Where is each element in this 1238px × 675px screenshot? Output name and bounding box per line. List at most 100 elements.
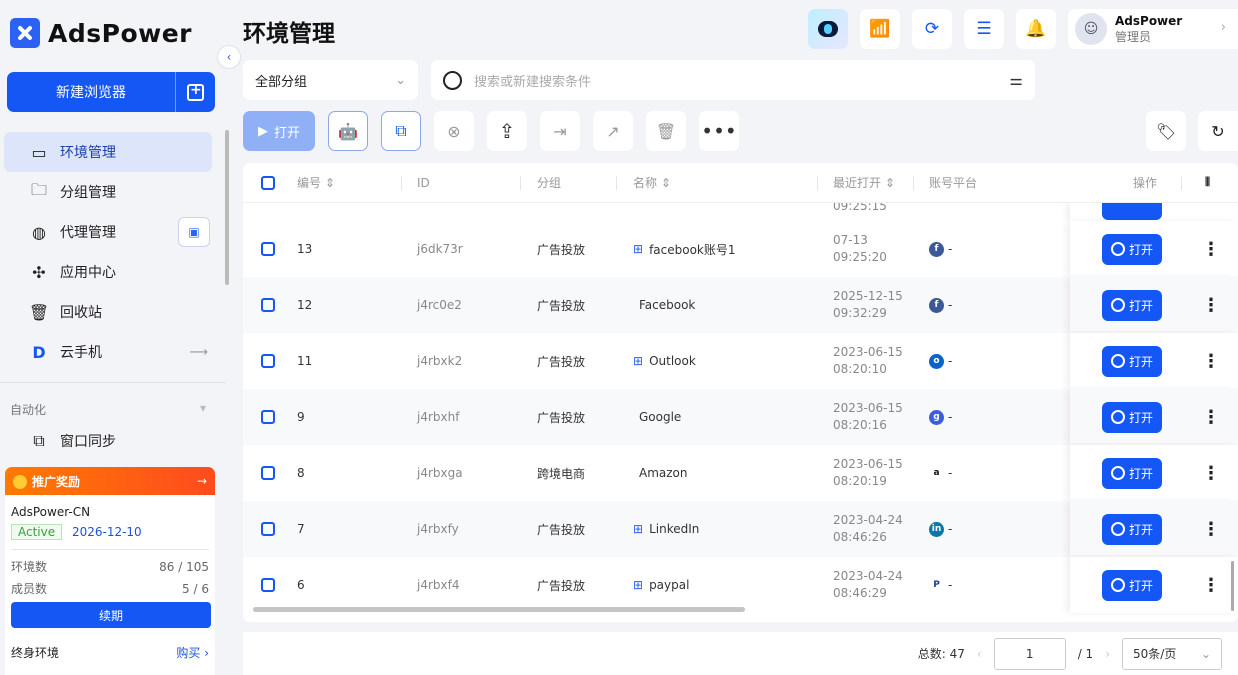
row-name: Outlook <box>649 354 696 368</box>
table-row[interactable]: 13 j6dk73r 广告投放 ⊞ facebook账号1 07-13 09:25:20 f -… <box>243 221 1238 277</box>
more-vertical-icon[interactable]: ⋮ <box>1202 277 1220 333</box>
promo-banner[interactable]: 推广奖励 → <box>5 467 215 495</box>
task-list-button[interactable]: ☰ <box>964 9 1004 49</box>
open-button[interactable] <box>1102 203 1162 220</box>
sidebar-item-proxy[interactable]: ◍ 代理管理 ▣ <box>4 212 212 252</box>
windows-icon: ⊞ <box>633 578 644 592</box>
sidebar-item-label: 窗口同步 <box>60 434 116 450</box>
notifications-button[interactable]: 🔔 <box>1016 9 1056 49</box>
proxy-shop-button[interactable]: ▣ <box>178 217 210 247</box>
chevron-down-icon: ▾ <box>199 401 206 415</box>
row-checkbox[interactable] <box>261 557 275 613</box>
bell-icon: 🔔 <box>1025 19 1047 39</box>
open-button[interactable]: 打开 <box>1102 513 1162 545</box>
more-actions-button[interactable]: ••• <box>699 111 739 151</box>
more-vertical-icon[interactable]: ⋮ <box>1202 501 1220 557</box>
refresh-button[interactable]: ↻ <box>1198 111 1238 151</box>
select-all-checkbox[interactable] <box>261 175 275 190</box>
more-vertical-icon[interactable]: ⋮ <box>1202 221 1220 277</box>
page-title: 环境管理 <box>243 21 335 47</box>
brand-app-button[interactable] <box>808 9 848 49</box>
tag-icon: 🏷 <box>1155 121 1177 141</box>
column-settings-icon[interactable]: ⫴ <box>1205 175 1210 190</box>
user-name: AdsPower <box>1115 13 1183 28</box>
page-size-select[interactable]: 50条/页 ⌄ <box>1122 637 1222 670</box>
sidebar-item-trash[interactable]: 🗑 回收站 <box>4 292 212 332</box>
collapse-sidebar-button[interactable]: ‹ <box>217 45 241 69</box>
col-name[interactable]: 名称 ⇕ <box>633 174 671 191</box>
open-button[interactable]: 打开 <box>1102 569 1162 601</box>
row-platform: f- <box>929 221 952 277</box>
share-button[interactable]: ↗ <box>593 111 633 151</box>
import-button[interactable]: ⇥ <box>540 111 580 151</box>
open-selected-button[interactable]: ▶ 打开 <box>243 111 315 151</box>
col-no[interactable]: 编号 ⇕ <box>297 174 335 191</box>
table-row[interactable]: 12 j4rc0e2 广告投放 Facebook 2025-12-15 09:32:29 f… <box>243 277 1238 333</box>
batch-add-button[interactable] <box>175 72 215 112</box>
sidebar-item-groups[interactable]: 🗀 分组管理 <box>4 172 212 212</box>
automation-title: 自动化 <box>10 403 47 417</box>
sort-icon: ⇕ <box>324 175 335 190</box>
last-open-date: 2023-04-24 <box>833 513 903 527</box>
more-vertical-icon[interactable]: ⋮ <box>1202 445 1220 501</box>
tag-button[interactable]: 🏷 <box>1146 111 1186 151</box>
row-checkbox[interactable] <box>261 389 275 445</box>
horizontal-scrollbar[interactable] <box>253 607 745 612</box>
table-row[interactable]: 8 j4rbxga 跨境电商 Amazon 2023-06-15 08:20:19 a - 打开… <box>243 445 1238 501</box>
page-number-input[interactable]: 1 <box>993 637 1066 670</box>
open-button[interactable]: 打开 <box>1102 401 1162 433</box>
export-button[interactable]: ⇪ <box>487 111 527 151</box>
more-vertical-icon[interactable]: ⋮ <box>1202 389 1220 445</box>
delete-button[interactable]: 🗑 <box>646 111 686 151</box>
vertical-scrollbar[interactable] <box>1231 561 1234 611</box>
automation-section[interactable]: 自动化 ▾ <box>10 401 206 418</box>
row-name-cell: ⊞ paypal <box>633 557 689 613</box>
col-last-open[interactable]: 最近打开 ⇕ <box>833 174 895 191</box>
row-open-cell: 打开 <box>1102 333 1162 389</box>
group-select[interactable]: 全部分组 ⌄ <box>243 60 418 100</box>
open-button[interactable]: 打开 <box>1102 457 1162 489</box>
last-open-date: 2025-12-15 <box>833 289 903 303</box>
row-checkbox[interactable] <box>261 501 275 557</box>
search-input[interactable]: 搜索或新建搜索条件 ⚌ <box>431 60 1035 100</box>
row-checkbox[interactable] <box>261 221 275 277</box>
col-no-label: 编号 <box>297 176 322 190</box>
filter-sliders-icon[interactable]: ⚌ <box>1010 71 1023 89</box>
amazon-icon: a <box>929 465 944 481</box>
more-vertical-icon[interactable]: ⋮ <box>1202 557 1220 613</box>
sidebar-item-env[interactable]: ▭ 环境管理 <box>4 132 212 172</box>
user-menu[interactable]: ☺ AdsPower 管理员 › <box>1068 9 1238 49</box>
sidebar-item-cloud-phone[interactable]: D 云手机 ⟶ <box>4 332 212 372</box>
table-row[interactable]: 6 j4rbxf4 广告投放 ⊞ paypal 2023-04-24 08:46:29 P - 打… <box>243 557 1238 613</box>
table-row[interactable]: 9 j4rbxhf 广告投放 Google 2023-06-15 08:20:16 g - 打开… <box>243 389 1238 445</box>
last-open-time: 08:20:10 <box>833 362 887 376</box>
cloud-phone-icon: D <box>32 342 46 362</box>
sidebar-item-label: 应用中心 <box>60 265 116 281</box>
buy-link[interactable]: 购买 › <box>176 644 209 661</box>
renew-button[interactable]: 续期 <box>11 602 211 628</box>
new-browser-button[interactable]: 新建浏览器 <box>7 72 215 112</box>
row-checkbox[interactable] <box>261 445 275 501</box>
sidebar-scrollbar[interactable] <box>225 130 229 285</box>
row-checkbox[interactable] <box>261 277 275 333</box>
prev-page-button[interactable]: ‹ <box>977 647 982 661</box>
row-no: 11 <box>297 354 313 368</box>
open-button[interactable]: 打开 <box>1102 289 1162 321</box>
more-vertical-icon[interactable]: ⋮ <box>1202 333 1220 389</box>
table-row[interactable]: 11 j4rbxk2 广告投放 ⊞ Outlook 2023-06-15 08:20:10 o… <box>243 333 1238 389</box>
open-button[interactable]: 打开 <box>1102 345 1162 377</box>
play-window-icon: ▶ <box>257 123 268 139</box>
open-button[interactable]: 打开 <box>1102 233 1162 265</box>
new-browser-label[interactable]: 新建浏览器 <box>7 72 175 112</box>
upgrade-button[interactable]: ⟳ <box>912 9 952 49</box>
divider <box>0 382 226 383</box>
sidebar-item-window-sync[interactable]: ⧉ 窗口同步 <box>28 431 116 451</box>
next-page-button[interactable]: › <box>1105 647 1110 661</box>
network-button[interactable]: 📶 <box>860 9 900 49</box>
close-selected-button[interactable]: ⊗ <box>434 111 474 151</box>
table-row[interactable]: 7 j4rbxfy 广告投放 ⊞ LinkedIn 2023-04-24 08:46:26 i… <box>243 501 1238 557</box>
sidebar-item-apps[interactable]: ✣ 应用中心 <box>4 252 212 292</box>
row-checkbox[interactable] <box>261 333 275 389</box>
rpa-button[interactable]: 🤖 <box>328 111 368 151</box>
window-sync-button[interactable]: ⧉ <box>381 111 421 151</box>
